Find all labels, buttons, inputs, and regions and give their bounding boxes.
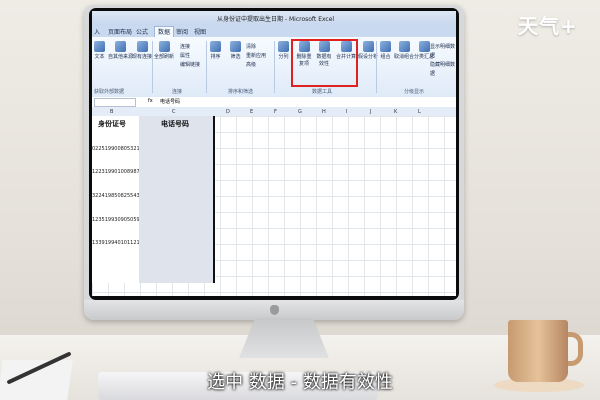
refresh-all-button[interactable]: 全部刷新: [154, 41, 174, 60]
group-button[interactable]: 组合: [380, 41, 391, 60]
video-caption: 选中 数据 - 数据有效性: [207, 372, 393, 393]
show-detail-button[interactable]: 显示明细数据: [430, 43, 456, 61]
column-header-f[interactable]: F: [274, 109, 277, 115]
group-label-sort-filter: 排序和筛选: [228, 89, 254, 95]
id-cell[interactable]: 1339199401011217: [92, 240, 143, 246]
group-label-outline: 分级显示: [404, 89, 425, 95]
outline-options: 显示明细数据 隐藏明细数据: [430, 43, 456, 79]
database-icon: [115, 41, 126, 52]
id-cell[interactable]: 1235199309050592: [92, 217, 143, 223]
column-header-h[interactable]: H: [322, 109, 326, 115]
what-if-analysis-button[interactable]: 假设分析: [358, 41, 378, 60]
ribbon-tabs: 入 页面布局 公式 数据 审阅 视图: [92, 25, 456, 37]
sort-icon: [210, 41, 221, 52]
tab-data[interactable]: 数据: [154, 26, 175, 37]
reapply-button[interactable]: 重新应用: [246, 52, 266, 61]
column-header-d[interactable]: D: [226, 109, 230, 115]
ungroup-icon: [398, 41, 410, 52]
tab-insert[interactable]: 入: [94, 27, 100, 36]
connections-list: 连接 属性 编辑链接: [180, 43, 200, 70]
advanced-button[interactable]: 高级: [246, 61, 266, 70]
id-header-cell[interactable]: 身份证号: [98, 119, 126, 129]
existing-connections-button[interactable]: 现有连接: [132, 41, 152, 60]
column-header-b[interactable]: B: [110, 109, 113, 115]
id-cell[interactable]: 0225199008053211: [92, 146, 143, 152]
apple-logo-icon: [270, 305, 279, 315]
title-bar: 从身份证中提取出生日期 - Microsoft Excel: [92, 11, 456, 25]
column-header-k[interactable]: K: [394, 109, 397, 115]
subtotal-icon: [418, 41, 430, 52]
id-cell[interactable]: 1223199010089871: [92, 169, 143, 175]
monitor-chin: [84, 300, 464, 320]
column-c-phone-selected[interactable]: 电话号码: [139, 116, 215, 283]
tab-review[interactable]: 审阅: [176, 27, 188, 36]
column-header-l[interactable]: L: [418, 109, 421, 115]
edit-links-button[interactable]: 编辑链接: [180, 61, 200, 70]
column-header-j[interactable]: J: [370, 109, 371, 115]
column-header-e[interactable]: E: [250, 109, 253, 115]
column-header-g[interactable]: G: [298, 109, 302, 115]
formula-content[interactable]: 电话号码: [160, 98, 180, 105]
refresh-icon: [158, 41, 170, 52]
hide-detail-button[interactable]: 隐藏明细数据: [430, 61, 456, 79]
column-header-c[interactable]: C: [172, 109, 176, 115]
text-to-columns-button[interactable]: 分列: [278, 41, 289, 60]
sort-button[interactable]: 排序: [210, 41, 221, 60]
tab-view[interactable]: 视图: [194, 27, 206, 36]
phone-header-cell[interactable]: 电话号码: [161, 119, 189, 129]
data-tools-highlight: [291, 39, 358, 87]
filter-button[interactable]: 筛选: [230, 41, 241, 60]
what-if-icon: [362, 41, 374, 52]
from-other-sources-button[interactable]: 自其他来源: [108, 41, 133, 60]
group-label-data-tools: 数据工具: [312, 89, 333, 95]
id-cell[interactable]: 3224198508255438: [92, 193, 143, 199]
ungroup-button[interactable]: 取消组合: [394, 41, 414, 60]
group-label-connections: 连接: [172, 89, 183, 95]
clear-button[interactable]: 清除: [246, 43, 266, 52]
properties-button[interactable]: 属性: [180, 52, 200, 61]
tab-page-layout[interactable]: 页面布局: [108, 27, 132, 36]
filter-options: 清除 重新应用 高级: [246, 43, 266, 70]
from-text-button[interactable]: 文本: [94, 41, 105, 60]
excel-screen: 从身份证中提取出生日期 - Microsoft Excel 入 页面布局 公式 …: [92, 11, 456, 296]
group-label-get-external-data: 获取外部数据: [94, 89, 125, 95]
ribbon: 文本 自其他来源 现有连接 全部刷新 连接 属性 编辑链接 排序 筛选 清除 重…: [92, 37, 456, 98]
column-b-id-numbers[interactable]: 身份证号 0225199008053211 1223199010089871 3…: [92, 116, 143, 283]
split-columns-icon: [278, 41, 289, 52]
brand-logo: 天气+: [518, 14, 578, 38]
fx-icon: fx: [148, 98, 153, 104]
window-title: 从身份证中提取出生日期 - Microsoft Excel: [217, 16, 335, 23]
filter-icon: [230, 41, 241, 52]
name-box[interactable]: [94, 98, 136, 107]
column-header-i[interactable]: I: [346, 109, 347, 115]
connections-button[interactable]: 连接: [180, 43, 200, 52]
group-icon: [380, 41, 391, 52]
text-file-icon: [94, 41, 105, 52]
connection-icon: [136, 41, 148, 52]
tab-formulas[interactable]: 公式: [136, 27, 148, 36]
